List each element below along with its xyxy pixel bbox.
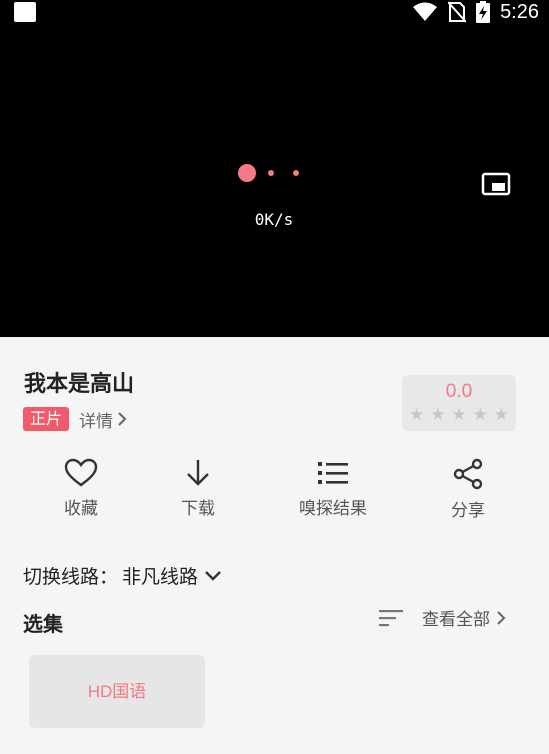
video-title: 我本是高山 (24, 372, 135, 397)
share-label: 分享 (451, 501, 485, 521)
line-switch-value: 非凡线路 (122, 566, 199, 588)
wifi-icon (413, 2, 438, 21)
line-switch-dropdown[interactable]: 切换线路： 非凡线路 (23, 562, 222, 589)
view-all-label: 查看全部 (422, 610, 490, 630)
loading-dot (293, 170, 299, 176)
view-all-link[interactable]: 查看全部 (422, 605, 506, 630)
line-switch-label: 切换线路： (23, 566, 119, 588)
sniff-results-label: 嗅探结果 (299, 499, 367, 519)
loading-dot (268, 170, 274, 176)
list-icon (318, 462, 348, 484)
download-label: 下载 (181, 499, 215, 519)
app-notification-icon (14, 2, 36, 22)
favorite-button[interactable]: 收藏 (21, 458, 141, 519)
chevron-down-icon (205, 570, 221, 581)
details-label: 详情 (79, 411, 113, 432)
heart-icon (64, 458, 98, 487)
details-link[interactable]: 详情 (79, 407, 127, 432)
star-icon: ★ (430, 405, 446, 425)
star-icon: ★ (493, 405, 509, 425)
download-button[interactable]: 下载 (138, 458, 258, 519)
video-player[interactable]: 5:26 0K/s (0, 0, 549, 337)
loading-indicator (236, 164, 306, 182)
share-button[interactable]: 分享 (408, 458, 528, 521)
rating-score: 0.0 (445, 381, 473, 402)
chevron-right-icon (118, 412, 127, 426)
rating-stars: ★ ★ ★ ★ ★ (409, 405, 509, 425)
star-icon: ★ (409, 405, 425, 425)
picture-in-picture-icon[interactable] (480, 170, 512, 198)
rating-box: 0.0 ★ ★ ★ ★ ★ (402, 375, 516, 431)
battery-charging-icon (476, 1, 491, 23)
type-badge: 正片 (23, 407, 70, 431)
status-time: 5:26 (500, 0, 539, 23)
star-icon: ★ (472, 405, 488, 425)
status-bar: 5:26 (0, 0, 549, 28)
episodes-title: 选集 (23, 612, 63, 636)
favorite-label: 收藏 (64, 499, 98, 519)
download-speed: 0K/s (254, 210, 294, 229)
chevron-right-icon (497, 610, 506, 625)
sort-icon[interactable] (378, 608, 404, 628)
episode-item[interactable]: HD国语 (29, 655, 205, 728)
loading-dot (238, 164, 256, 182)
share-icon (453, 458, 483, 490)
no-sim-icon (448, 1, 467, 23)
download-arrow-icon (187, 460, 209, 486)
star-icon: ★ (451, 405, 467, 425)
action-bar: 收藏 下载 嗅探结果 分享 (0, 458, 549, 522)
sniff-results-button[interactable]: 嗅探结果 (273, 458, 393, 519)
